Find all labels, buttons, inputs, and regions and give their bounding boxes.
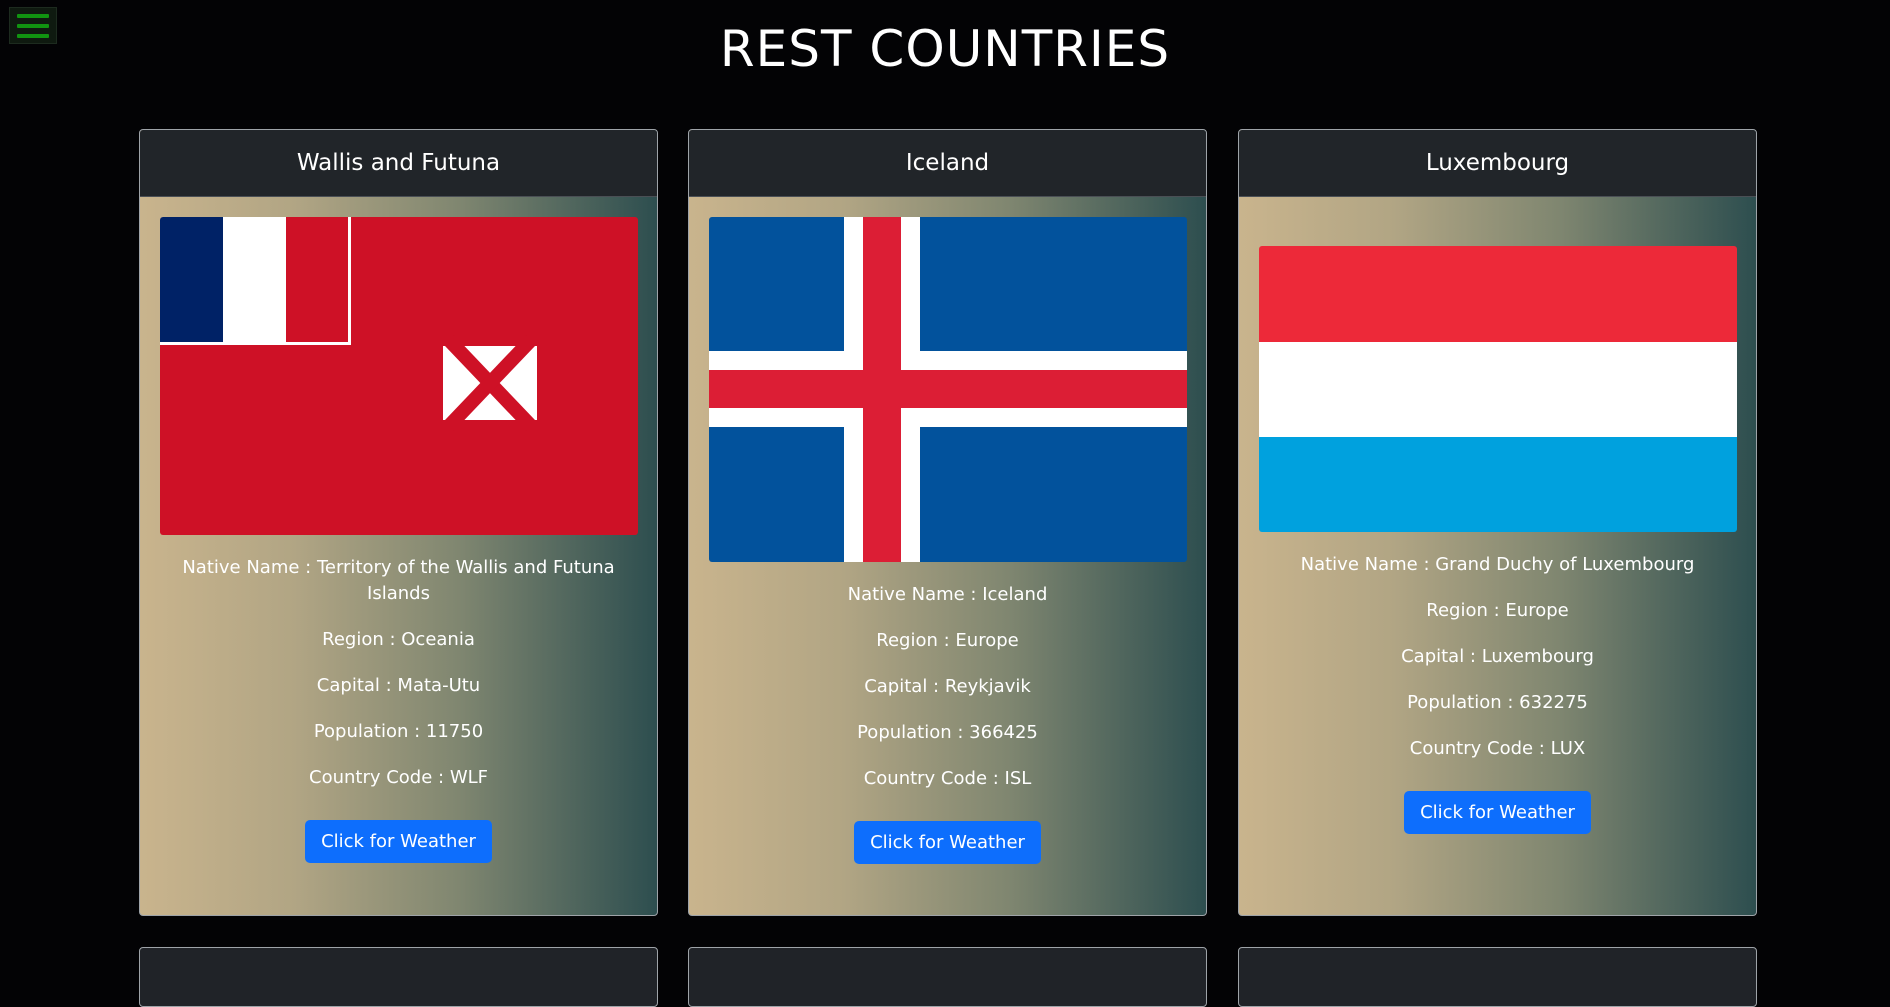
capital: Capital : Luxembourg: [1401, 646, 1594, 667]
native-name: Native Name : Grand Duchy of Luxembourg: [1300, 554, 1695, 575]
population: Population : 366425: [857, 722, 1038, 743]
weather-button[interactable]: Click for Weather: [1404, 791, 1591, 834]
card-title: Luxembourg: [1239, 130, 1756, 197]
country-code: Country Code : WLF: [309, 767, 488, 788]
country-code: Country Code : ISL: [863, 768, 1032, 789]
country-card-luxembourg: Luxembourg Native Name : Grand Duchy of …: [1238, 129, 1757, 916]
card-title: Wallis and Futuna: [140, 130, 657, 197]
capital: Capital : Reykjavik: [864, 676, 1031, 697]
country-card-next-row: [139, 947, 658, 1007]
country-code: Country Code : LUX: [1409, 738, 1586, 759]
weather-button[interactable]: Click for Weather: [854, 821, 1041, 864]
flag-image-iceland: [709, 217, 1187, 562]
flag-image-wallis-and-futuna: [160, 217, 638, 535]
population: Population : 11750: [313, 721, 484, 742]
card-title: Iceland: [689, 130, 1206, 197]
country-card-next-row: [1238, 947, 1757, 1007]
population: Population : 632275: [1407, 692, 1588, 713]
weather-button[interactable]: Click for Weather: [305, 820, 492, 863]
country-card-iceland: Iceland Native Name : Iceland Region : E…: [688, 129, 1207, 916]
capital: Capital : Mata-Utu: [316, 675, 481, 696]
region: Region : Oceania: [322, 629, 475, 650]
country-card-next-row: [688, 947, 1207, 1007]
native-name: Native Name : Iceland: [847, 584, 1048, 605]
native-name: Native Name : Territory of the Wallis an…: [182, 557, 615, 604]
country-card-wallis-and-futuna: Wallis and Futuna Native Name : Territor…: [139, 129, 658, 916]
hamburger-menu-icon: [17, 13, 49, 18]
page-title: REST COUNTRIES: [719, 20, 1171, 78]
region: Region : Europe: [876, 630, 1019, 651]
region: Region : Europe: [1426, 600, 1569, 621]
flag-image-luxembourg: [1259, 246, 1737, 532]
